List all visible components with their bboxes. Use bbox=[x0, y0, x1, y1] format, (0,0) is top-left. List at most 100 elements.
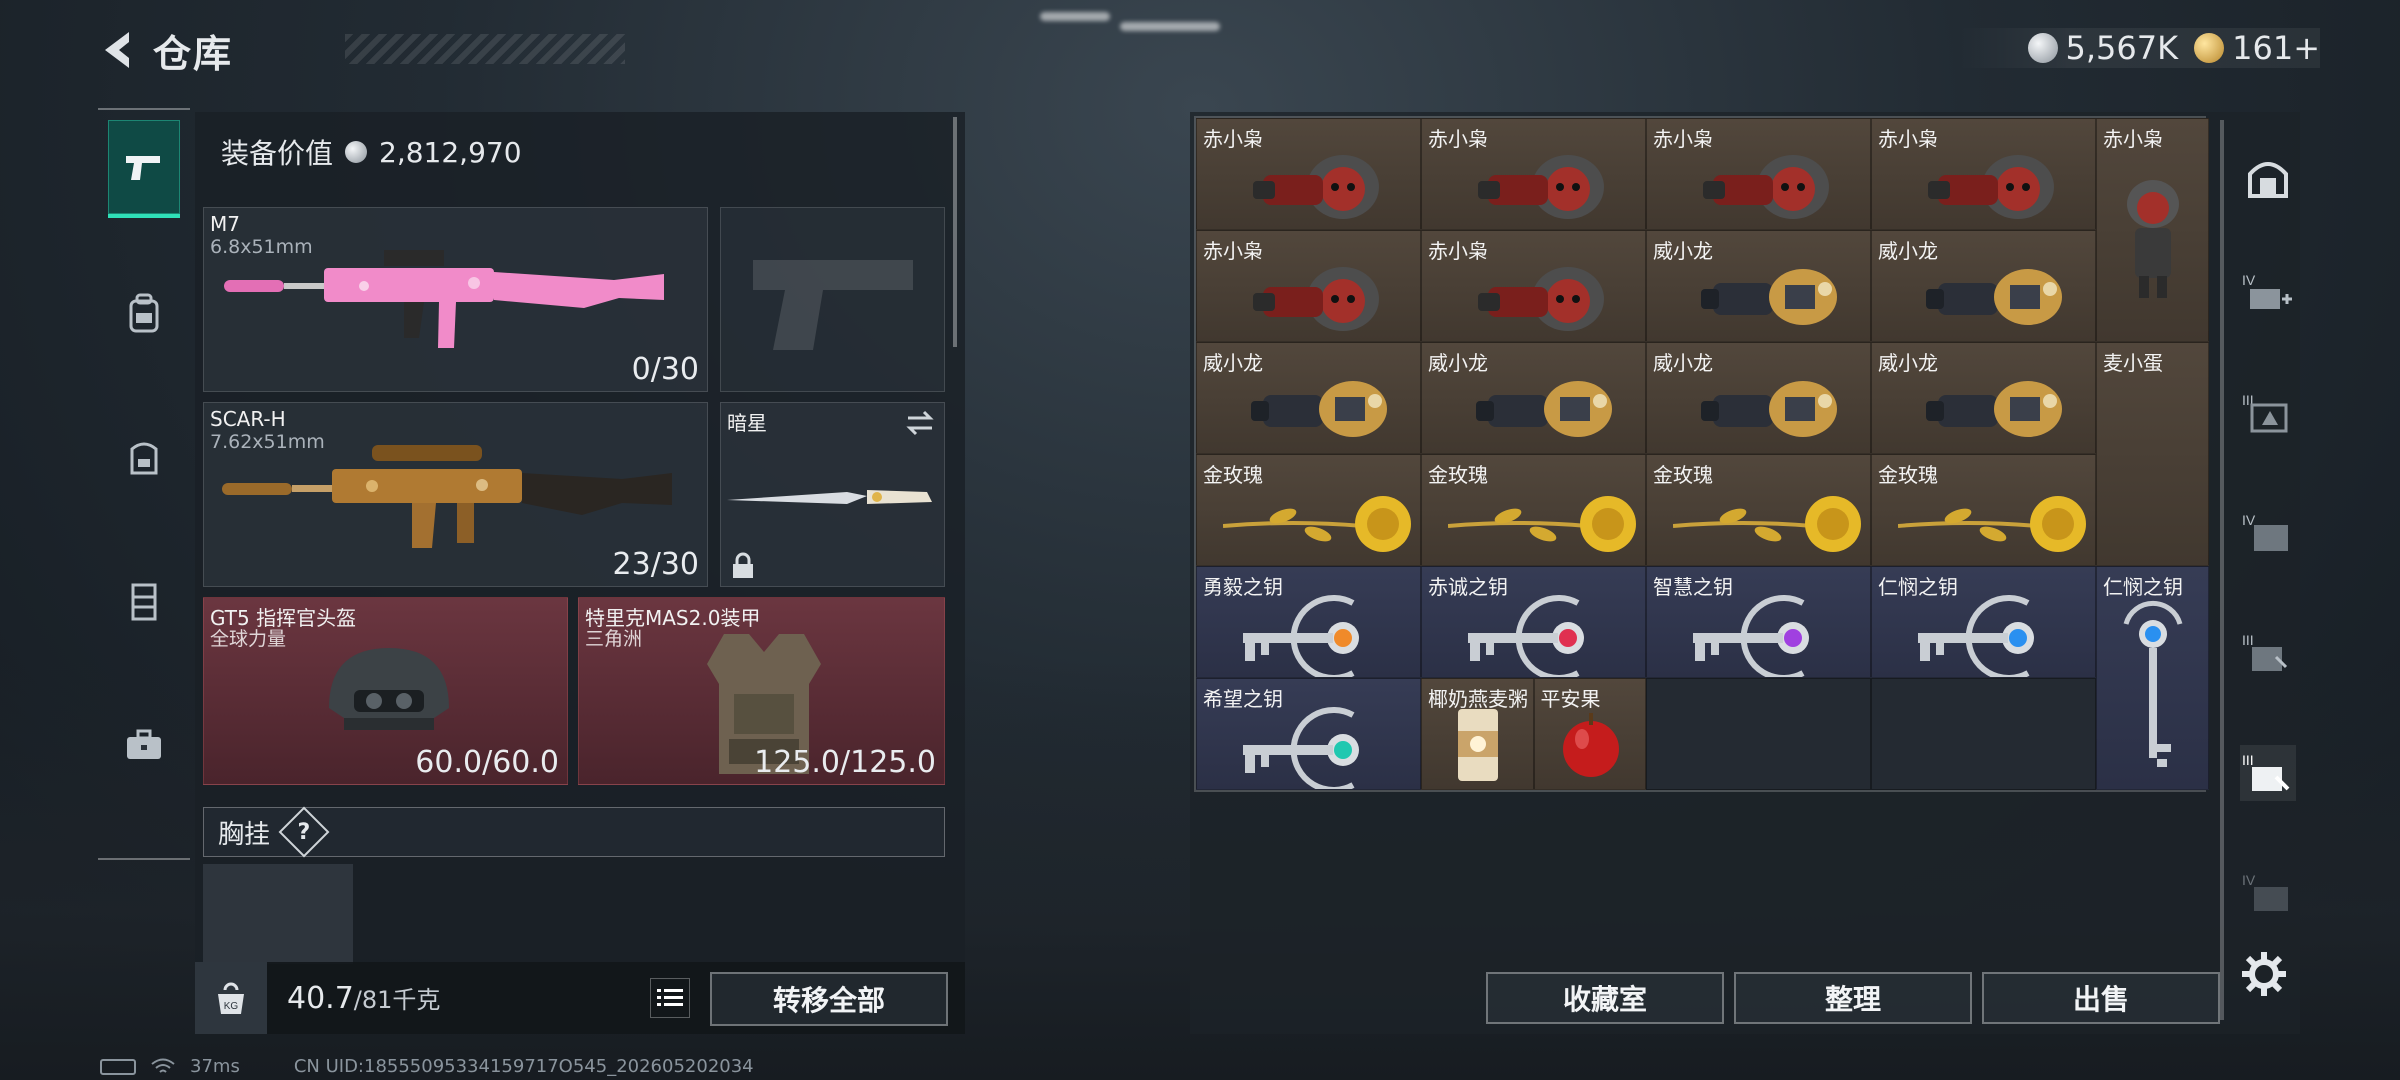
storage-item[interactable]: 智慧之钥 bbox=[1646, 566, 1871, 678]
scrollbar[interactable] bbox=[953, 117, 957, 347]
storage-item[interactable]: 赤小枭 bbox=[1196, 118, 1421, 230]
helmet-durability: 60.0/60.0 bbox=[415, 745, 559, 780]
svg-text:IV: IV bbox=[2242, 272, 2256, 288]
swap-icon[interactable] bbox=[904, 409, 936, 437]
secondary-weapon-slot[interactable]: SCAR-H 7.62x51mm 23/30 bbox=[203, 402, 708, 587]
storage-item[interactable]: 威小龙 bbox=[1421, 342, 1646, 454]
tab-storage-locked[interactable]: IV bbox=[2240, 865, 2296, 921]
storage-item[interactable]: 平安果 bbox=[1533, 678, 1646, 790]
back-button[interactable] bbox=[95, 26, 143, 74]
storage-item[interactable]: 赤小枭 bbox=[1421, 118, 1646, 230]
red-owl-figure-image bbox=[1702, 155, 1829, 219]
storage-item[interactable]: 赤诚之钥 bbox=[1421, 566, 1646, 678]
gold-amount: 161+ bbox=[2232, 29, 2320, 67]
chest-rig-label: 胸挂 bbox=[218, 819, 271, 850]
storage-item[interactable]: 赤小枭 bbox=[1871, 118, 2096, 230]
silver-currency[interactable]: 5,567K bbox=[2027, 29, 2178, 67]
equip-value-amount: 2,812,970 bbox=[379, 135, 522, 169]
pistol-placeholder-icon bbox=[753, 260, 913, 350]
chest-rig-slot[interactable] bbox=[203, 864, 353, 964]
help-icon[interactable]: ? bbox=[278, 806, 330, 858]
title-decoration bbox=[345, 34, 625, 64]
storage-item[interactable]: 仁悯之钥 bbox=[2096, 566, 2209, 790]
scar-h-rifle-image bbox=[222, 445, 672, 548]
ammo-count: 0/30 bbox=[631, 352, 699, 387]
gold-coin-icon bbox=[2194, 33, 2225, 63]
tab-safebox[interactable] bbox=[2240, 150, 2296, 206]
storage-item[interactable]: 赤小枭 bbox=[1196, 230, 1421, 342]
list-icon bbox=[657, 989, 683, 1006]
help-icon-glyph: ? bbox=[297, 819, 311, 845]
gold-currency[interactable]: 161+ bbox=[2194, 29, 2320, 67]
ammo-count: 23/30 bbox=[612, 547, 699, 582]
settings-button[interactable] bbox=[2240, 950, 2288, 998]
melee-slot[interactable]: 暗星 bbox=[720, 402, 945, 587]
sell-button[interactable]: 出售 bbox=[1982, 972, 2220, 1024]
storage-tab-rail: IV III IV III III IV bbox=[2220, 120, 2300, 1020]
dragon-figure-image bbox=[1250, 381, 1387, 437]
sort-button[interactable]: 整理 bbox=[1734, 972, 1972, 1024]
tab-storage-active[interactable]: III bbox=[2240, 745, 2296, 801]
storage-item[interactable]: 椰奶燕麦粥 bbox=[1421, 678, 1534, 790]
rail-tab-case[interactable] bbox=[108, 696, 180, 794]
rail-tab-weapons[interactable] bbox=[108, 120, 180, 218]
page-title: 仓库 bbox=[153, 31, 234, 76]
item-name: 威小龙 bbox=[1203, 351, 1263, 375]
storage-item[interactable]: 赤小枭 bbox=[1421, 230, 1646, 342]
storage-item[interactable]: 赤小枭 bbox=[2096, 118, 2209, 342]
dragon-figure-image bbox=[1700, 381, 1837, 437]
loadout-panel: 装备价值 2,812,970 M7 6.8x51mm 0/30 SCAR-H 7… bbox=[195, 112, 965, 1034]
storage-item[interactable]: 仁悯之钥 bbox=[1871, 566, 2096, 678]
item-name: 赤小枭 bbox=[1203, 127, 1263, 151]
storage-tier-iii-icon: III bbox=[2242, 392, 2288, 433]
golden-rose-image bbox=[1447, 496, 1636, 552]
svg-text:KG: KG bbox=[224, 1001, 239, 1012]
red-owl-figure-image bbox=[1252, 155, 1379, 219]
storage-actions: 收藏室 整理 出售 bbox=[1486, 972, 2220, 1024]
primary-weapon-slot[interactable]: M7 6.8x51mm 0/30 bbox=[203, 207, 708, 392]
storage-tier-iii-active-icon: III bbox=[2242, 752, 2290, 791]
back-arrow-icon bbox=[105, 32, 129, 68]
item-name: 椰奶燕麦粥 bbox=[1428, 687, 1528, 711]
item-name: 威小龙 bbox=[1428, 351, 1488, 375]
transfer-all-button[interactable]: 转移全部 bbox=[710, 972, 948, 1026]
item-name: 威小龙 bbox=[1878, 239, 1938, 263]
rail-tab-vest[interactable] bbox=[108, 552, 180, 650]
currency-bar: 5,567K 161+ bbox=[1957, 28, 2320, 68]
pistol-slot[interactable] bbox=[720, 207, 945, 392]
oat-porridge-can-image bbox=[1458, 709, 1499, 781]
collection-room-button[interactable]: 收藏室 bbox=[1486, 972, 1724, 1024]
tab-storage-5[interactable]: III bbox=[2240, 625, 2296, 681]
storage-item[interactable]: 勇毅之钥 bbox=[1196, 566, 1421, 678]
tab-storage-3[interactable]: III bbox=[2240, 385, 2296, 441]
storage-item[interactable]: 金玫瑰 bbox=[1421, 454, 1646, 566]
ceiling-light bbox=[1120, 22, 1220, 31]
item-name: 金玫瑰 bbox=[1653, 463, 1713, 487]
helmet-slot[interactable]: GT5 指挥官头盔 全球力量 60.0/60.0 bbox=[203, 597, 568, 785]
storage-item[interactable]: 金玫瑰 bbox=[1196, 454, 1421, 566]
tab-storage-4[interactable]: IV bbox=[2240, 505, 2296, 561]
list-view-button[interactable] bbox=[650, 978, 690, 1018]
storage-item[interactable]: 金玫瑰 bbox=[1646, 454, 1871, 566]
storage-item[interactable]: 威小龙 bbox=[1646, 342, 1871, 454]
storage-item[interactable]: 希望之钥 bbox=[1196, 678, 1421, 790]
storage-item[interactable]: 麦小蛋 bbox=[2096, 342, 2209, 566]
empty-grid-cell[interactable] bbox=[1646, 678, 1871, 790]
storage-item[interactable]: 威小龙 bbox=[1871, 230, 2096, 342]
rail-tab-bag[interactable] bbox=[108, 408, 180, 506]
storage-item[interactable]: 威小龙 bbox=[1196, 342, 1421, 454]
golden-rose-image bbox=[1897, 496, 2086, 552]
storage-item[interactable]: 金玫瑰 bbox=[1871, 454, 2096, 566]
armor-slot[interactable]: 特里克MAS2.0装甲 三角洲 125.0/125.0 bbox=[578, 597, 945, 785]
empty-grid-cell[interactable] bbox=[1871, 678, 2096, 790]
expand-storage-icon: IV bbox=[2242, 272, 2292, 309]
knife-image bbox=[727, 490, 932, 504]
tab-storage-add[interactable]: IV bbox=[2240, 265, 2296, 321]
key-image bbox=[1467, 595, 1584, 677]
storage-item[interactable]: 赤小枭 bbox=[1646, 118, 1871, 230]
storage-item[interactable]: 威小龙 bbox=[1646, 230, 1871, 342]
item-name: 金玫瑰 bbox=[1428, 463, 1488, 487]
rail-tab-backpack[interactable] bbox=[108, 264, 180, 362]
storage-item[interactable]: 威小龙 bbox=[1871, 342, 2096, 454]
wifi-icon bbox=[151, 1058, 175, 1073]
